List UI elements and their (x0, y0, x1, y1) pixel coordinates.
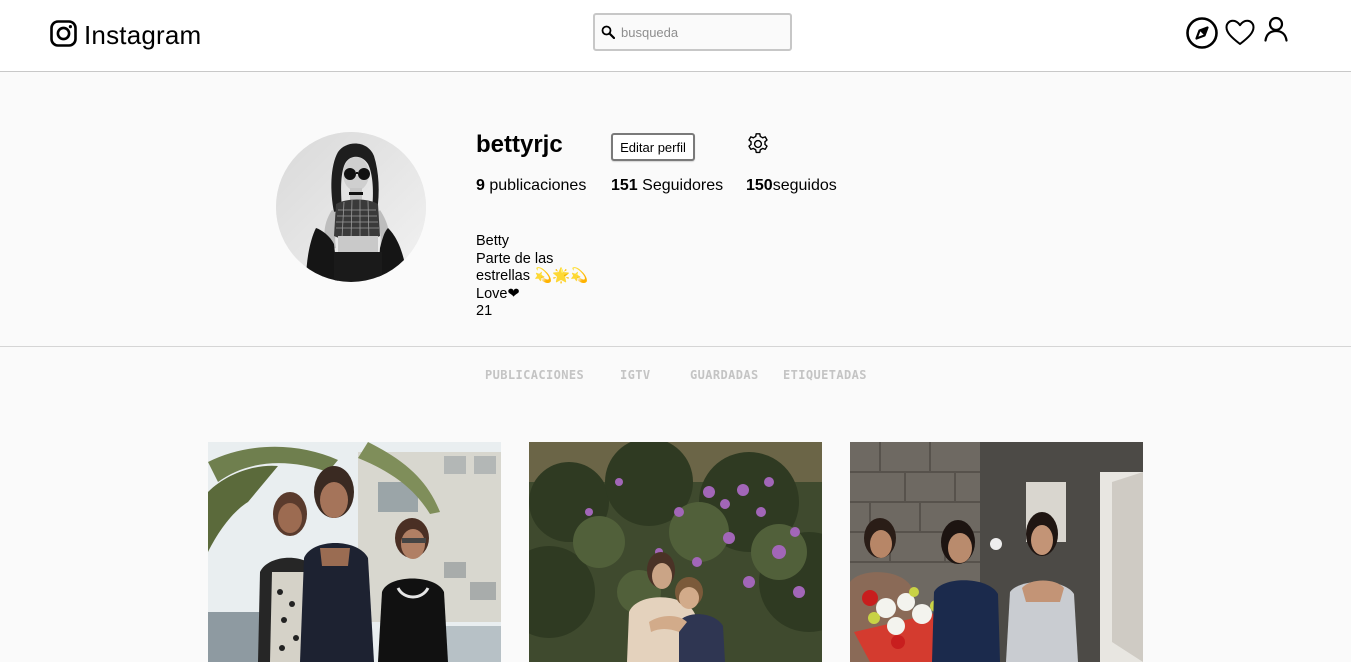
tab-guardadas[interactable]: GUARDADAS (690, 368, 759, 382)
post-thumbnail[interactable] (850, 442, 1143, 662)
search-box[interactable] (593, 13, 792, 51)
followers-count: 151 (611, 177, 638, 194)
user-profile-icon[interactable] (1262, 14, 1290, 48)
post-thumbnail[interactable] (208, 442, 501, 662)
top-navigation-bar: Instagram (0, 0, 1351, 72)
bio-line: Betty (476, 233, 510, 249)
search-input[interactable] (621, 24, 781, 40)
profile-header: bettyrjc Editar perfil 9 publicaciones 1… (0, 72, 1351, 347)
bio-line: 21 (476, 303, 493, 320)
posts-count: 9 (476, 177, 485, 194)
bio-line: Love❤ (476, 285, 520, 302)
profile-username: bettyrjc (476, 131, 563, 158)
tab-publicaciones[interactable]: PUBLICACIONES (485, 368, 584, 382)
following-stat[interactable]: 150seguidos (746, 177, 837, 195)
nav-icons (1185, 16, 1290, 50)
gear-icon[interactable] (746, 132, 770, 156)
post-photo-1 (208, 442, 501, 662)
posts-count-stat: 9 publicaciones (476, 177, 586, 195)
profile-bio: Betty Parte de las estrellas 💫🌟💫 Love❤ 2… (476, 233, 588, 321)
explore-compass-icon[interactable] (1185, 16, 1219, 50)
following-count: 150 (746, 177, 773, 194)
instagram-logo-icon (50, 20, 77, 47)
tab-igtv[interactable]: IGTV (620, 368, 651, 382)
post-thumbnail[interactable] (529, 442, 822, 662)
post-photo-2 (529, 442, 822, 662)
bio-line: Parte de las (476, 250, 554, 267)
instagram-logo[interactable]: Instagram (50, 16, 201, 51)
edit-profile-button[interactable]: Editar perfil (611, 133, 695, 161)
post-photo-3 (850, 442, 1143, 662)
tab-etiquetadas[interactable]: ETIQUETADAS (783, 368, 867, 382)
followers-stat[interactable]: 151 Seguidores (611, 177, 723, 195)
search-icon (601, 25, 615, 39)
profile-avatar[interactable] (276, 132, 426, 282)
logo-text: Instagram (84, 20, 202, 50)
followers-label: Seguidores (642, 177, 724, 194)
heart-icon[interactable] (1223, 16, 1257, 50)
bio-line: estrellas 💫🌟💫 (476, 268, 589, 285)
posts-label: publicaciones (489, 177, 587, 194)
avatar-photo (276, 132, 426, 282)
following-label: seguidos (772, 177, 837, 194)
